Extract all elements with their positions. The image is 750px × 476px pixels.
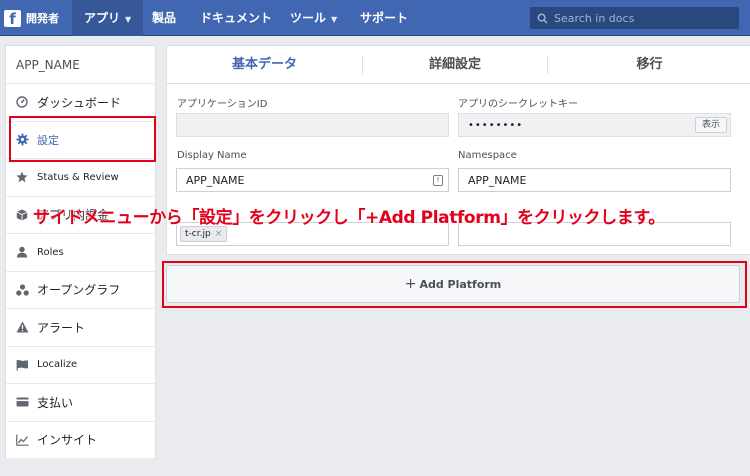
app-secret-value: •••••••• [468,119,524,131]
sidebar-item-label: アラート [37,320,86,335]
tab-migrations[interactable]: 移行 [548,46,750,84]
settings-tabs: 基本データ 詳細設定 移行 [167,46,750,84]
brand-label: 開発者 [26,12,59,25]
remove-tag-icon[interactable]: × [215,229,223,239]
sidebar-item-localize[interactable]: Localize [6,347,155,384]
credit-card-icon [15,395,29,409]
domain-tag-label: t-cr.jp [185,229,211,239]
add-platform-highlight-box [162,261,747,308]
sidebar-item-label: Status & Review [37,171,119,183]
sidebar-item-insights[interactable]: インサイト [6,422,155,459]
sidebar-item-alerts[interactable]: アラート [6,309,155,347]
facebook-logo-icon: f [4,9,21,27]
nav-tools[interactable]: ツール ▼ [278,0,349,36]
sidebar-item-payments[interactable]: 支払い [6,384,155,422]
nav-products[interactable]: 製品 [140,0,188,36]
warning-icon [15,320,29,334]
namespace-field[interactable]: APP_NAME [458,168,731,192]
character-counter-icon: ! [433,175,443,186]
sidebar-item-label: インサイト [37,433,98,448]
tab-basic[interactable]: 基本データ [167,46,362,84]
nav-support[interactable]: サポート [348,0,420,36]
app-secret-field[interactable]: •••••••• 表示 [458,113,731,137]
namespace-label: Namespace [458,150,517,161]
nav-apps[interactable]: アプリ ▼ [72,0,144,36]
display-name-field[interactable]: APP_NAME ! [176,168,449,192]
nav-products-label: 製品 [152,11,177,25]
sidebar-item-label: Localize [37,359,78,371]
sidebar-item-label: ダッシュボード [37,95,122,110]
app-secret-label: アプリのシークレットキー [458,99,578,110]
tab-advanced[interactable]: 詳細設定 [363,46,547,84]
sidebar-item-open-graph[interactable]: オープングラフ [6,272,155,309]
domain-tag: t-cr.jp × [180,226,228,242]
instruction-annotation: サイドメニューから「設定」をクリックし「+Add Platform」をクリックし… [33,208,665,228]
sidebar-item-label: オープングラフ [37,283,121,298]
sidebar-item-label: Roles [37,246,64,258]
developers-brand[interactable]: f 開発者 [4,9,59,27]
nodes-icon [15,283,29,297]
chart-icon [15,433,29,447]
sidebar-item-status-review[interactable]: Status & Review [6,159,155,197]
nav-support-label: サポート [360,11,409,25]
app-id-field[interactable] [176,113,449,137]
top-navigation-bar: f 開発者 アプリ ▼ 製品 ドキュメント ツール ▼ サポート [0,0,750,36]
app-name: APP_NAME [6,46,155,84]
caret-down-icon: ▼ [125,15,132,24]
namespace-value: APP_NAME [468,173,527,187]
nav-tools-label: ツール [290,11,327,25]
app-id-label: アプリケーションID [177,99,268,110]
app-sidebar: APP_NAME ダッシュボード 設定 Status & Review アプリ内… [5,45,156,459]
search-input[interactable] [554,11,734,25]
nav-docs[interactable]: ドキュメント [188,0,284,36]
dashboard-gauge-icon [15,95,29,109]
display-name-label: Display Name [177,150,247,161]
person-icon [15,245,29,259]
caret-down-icon: ▼ [331,15,338,24]
sidebar-item-label: 支払い [37,395,74,410]
flag-icon [15,358,29,372]
docs-search[interactable] [530,7,739,29]
cube-icon [15,208,29,222]
star-icon [15,170,29,184]
settings-highlight-box [9,116,156,162]
show-secret-button[interactable]: 表示 [694,117,727,133]
sidebar-item-roles[interactable]: Roles [6,234,155,272]
search-icon [537,13,548,24]
nav-docs-label: ドキュメント [200,11,273,25]
display-name-value: APP_NAME [186,173,245,187]
nav-apps-label: アプリ [84,11,121,25]
